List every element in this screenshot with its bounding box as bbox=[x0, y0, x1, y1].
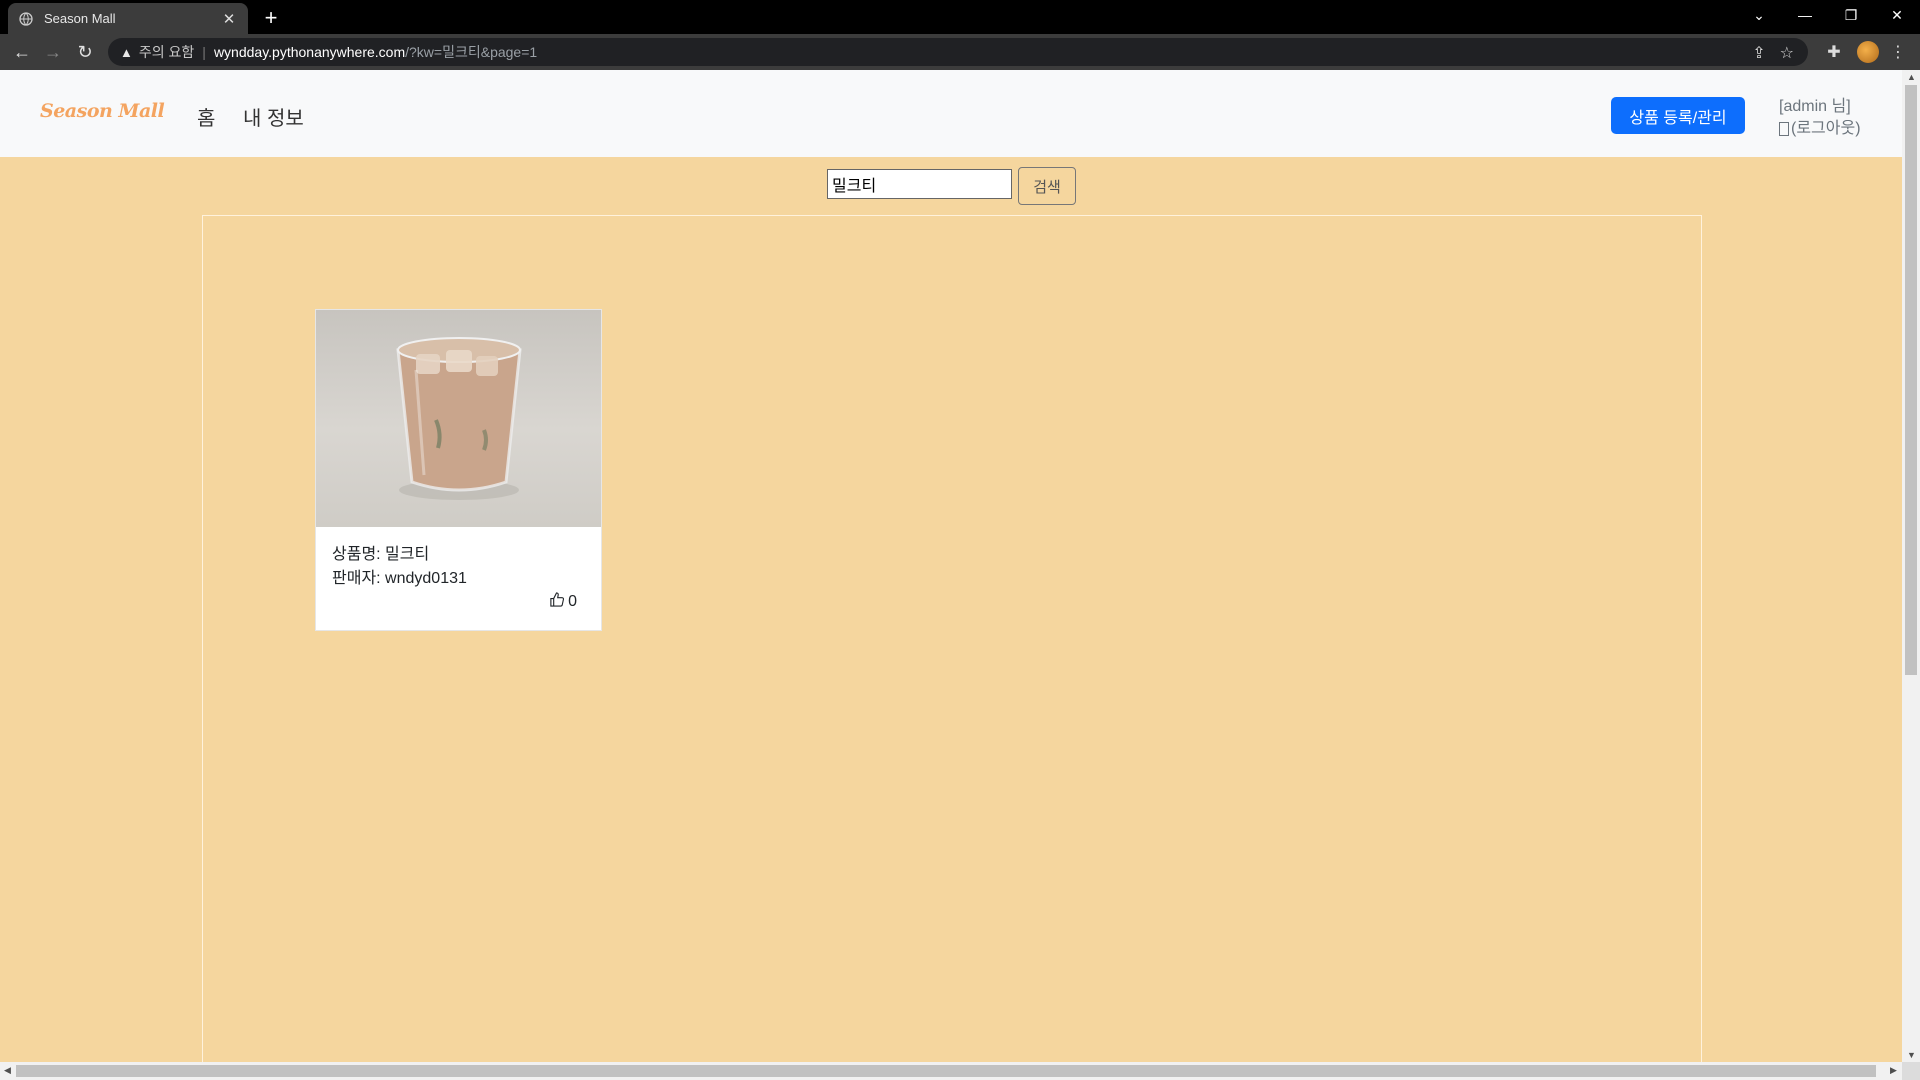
bookmark-star-icon[interactable]: ☆ bbox=[1780, 43, 1794, 63]
tab-close-icon[interactable]: ✕ bbox=[220, 10, 238, 28]
site-navbar: Season Mall 홈 내 정보 상품 등록/관리 [admin 님] (로… bbox=[0, 70, 1902, 157]
nav-my-info[interactable]: 내 정보 bbox=[243, 102, 304, 131]
scroll-right-icon[interactable]: ▶ bbox=[1890, 1065, 1897, 1076]
product-seller: 판매자: wndyd0131 bbox=[332, 570, 467, 587]
nav-home[interactable]: 홈 bbox=[197, 102, 215, 131]
url-path: /?kw=밀크티&page=1 bbox=[405, 44, 538, 60]
restore-button[interactable]: ❐ bbox=[1828, 0, 1874, 30]
divider: | bbox=[202, 44, 206, 60]
product-card[interactable]: 상품명: 밀크티 판매자: wndyd0131 0 bbox=[315, 309, 602, 631]
browser-tab-bar: Season Mall ✕ + ⌄ — ❐ ✕ bbox=[0, 0, 1920, 34]
minimize-button[interactable]: — bbox=[1782, 0, 1828, 30]
user-info: [admin 님] (로그아웃) bbox=[1779, 96, 1861, 140]
scroll-left-icon[interactable]: ◀ bbox=[4, 1065, 11, 1076]
globe-icon bbox=[18, 11, 34, 27]
logout-link[interactable]: (로그아웃) bbox=[1779, 118, 1861, 140]
like-count: 0 bbox=[568, 593, 577, 610]
reload-icon[interactable]: ↻ bbox=[72, 40, 98, 64]
extensions-icon[interactable]: ✚ bbox=[1822, 40, 1846, 64]
new-tab-button[interactable]: + bbox=[258, 5, 284, 31]
scroll-up-icon[interactable]: ▲ bbox=[1907, 72, 1916, 82]
close-window-button[interactable]: ✕ bbox=[1874, 0, 1920, 30]
address-bar[interactable]: ▲ 주의 요함 | wyndday.pythonanywhere.com /?k… bbox=[108, 38, 1808, 66]
scroll-down-icon[interactable]: ▼ bbox=[1907, 1050, 1916, 1060]
browser-tab[interactable]: Season Mall ✕ bbox=[8, 3, 248, 34]
product-name: 상품명: 밀크티 bbox=[332, 546, 430, 563]
security-label: 주의 요함 bbox=[138, 44, 195, 60]
register-products-button[interactable]: 상품 등록/관리 bbox=[1611, 97, 1745, 134]
url-host: wyndday.pythonanywhere.com bbox=[213, 44, 406, 60]
site-logo[interactable]: Season Mall bbox=[40, 100, 165, 122]
search-button[interactable]: 검색 bbox=[1018, 167, 1076, 205]
product-image[interactable] bbox=[316, 310, 601, 527]
door-icon bbox=[1779, 122, 1789, 136]
profile-avatar[interactable] bbox=[1856, 40, 1880, 64]
back-icon[interactable]: ← bbox=[9, 40, 35, 64]
username-label: [admin 님] bbox=[1779, 98, 1851, 115]
browser-toolbar: ← → ↻ ▲ 주의 요함 | wyndday.pythonanywhere.c… bbox=[0, 34, 1920, 70]
vertical-scrollbar-thumb[interactable] bbox=[1905, 85, 1917, 675]
scrollbar-corner bbox=[1902, 1062, 1920, 1080]
forward-icon[interactable]: → bbox=[40, 40, 66, 64]
tab-search-icon[interactable]: ⌄ bbox=[1736, 0, 1782, 30]
warning-icon: ▲ bbox=[120, 44, 133, 60]
menu-kebab-icon[interactable]: ⋮ bbox=[1886, 40, 1910, 64]
like-counter[interactable]: 0 bbox=[549, 592, 577, 612]
search-input[interactable] bbox=[827, 169, 1012, 199]
tab-title: Season Mall bbox=[44, 11, 116, 26]
omnibox-actions: ⇪ ☆ bbox=[1752, 43, 1794, 63]
horizontal-scrollbar-thumb[interactable] bbox=[16, 1065, 1876, 1077]
thumbs-up-icon bbox=[549, 592, 565, 612]
logout-label: (로그아웃) bbox=[1791, 120, 1861, 137]
share-icon[interactable]: ⇪ bbox=[1752, 43, 1765, 63]
